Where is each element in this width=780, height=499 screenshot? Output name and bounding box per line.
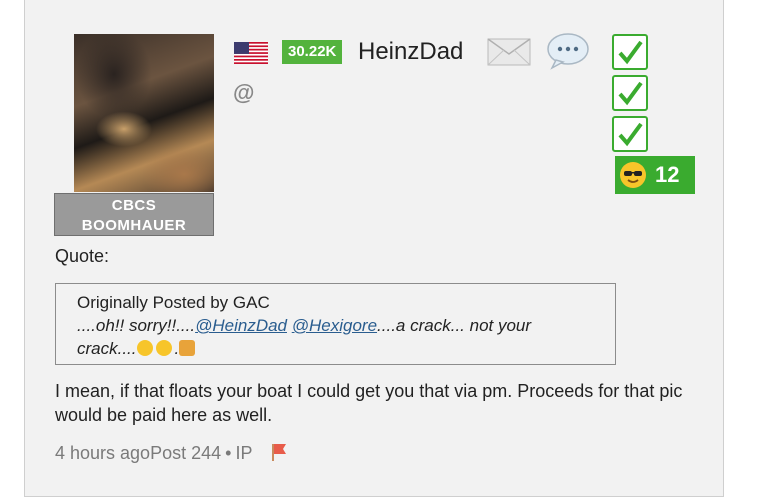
post-body: I mean, if that floats your boat I could… — [55, 381, 683, 425]
checkmark-icon — [612, 34, 648, 70]
quote-block: Originally Posted by GAC ....oh!! sorry!… — [55, 283, 616, 365]
post-time[interactable]: 4 hours ago — [55, 443, 150, 463]
reaction-badge[interactable]: 12 — [615, 156, 695, 194]
wink-emoji-icon — [155, 340, 172, 356]
user-rank-badge: CBCS BOOMHAUER — [54, 193, 214, 236]
user-avatar[interactable] — [74, 34, 214, 192]
quote-text: ....oh!! sorry!!....@HeinzDad @Hexigore.… — [77, 314, 594, 360]
rank-line-1: CBCS — [111, 197, 157, 214]
quote-author: Originally Posted by GAC — [77, 293, 270, 312]
envelope-icon[interactable] — [487, 38, 531, 66]
quote-label: Quote: — [55, 246, 110, 266]
mention-at-icon[interactable]: @ — [233, 80, 254, 106]
mention-heinzdad[interactable]: @HeinzDad — [195, 316, 287, 335]
beer-emoji-icon — [179, 340, 196, 356]
report-flag-icon[interactable] — [267, 441, 289, 463]
mention-hexigore[interactable]: @Hexigore — [292, 316, 377, 335]
sunglasses-emoji-icon — [620, 162, 646, 188]
speech-bubble-icon[interactable] — [546, 32, 590, 70]
checkmark-icon — [612, 116, 648, 152]
username-link[interactable]: HeinzDad — [358, 38, 463, 66]
rank-line-2: BOOMHAUER — [81, 217, 187, 234]
us-flag-icon — [234, 42, 268, 64]
checkmark-icon — [612, 75, 648, 111]
quote-text-start: ....oh!! sorry!!.... — [77, 316, 196, 335]
points-badge: 30.22K — [282, 40, 343, 64]
footer-separator: • — [225, 443, 232, 463]
ip-label[interactable]: IP — [235, 443, 252, 463]
post-number[interactable]: Post 244 — [150, 443, 221, 463]
reaction-count: 12 — [655, 162, 680, 187]
post-footer: 4 hours agoPost 244 • IP — [55, 441, 289, 464]
forum-post: CBCS BOOMHAUER 30.22K HeinzDad @ 12 Quot… — [24, 0, 724, 497]
grin-emoji-icon — [136, 340, 153, 356]
